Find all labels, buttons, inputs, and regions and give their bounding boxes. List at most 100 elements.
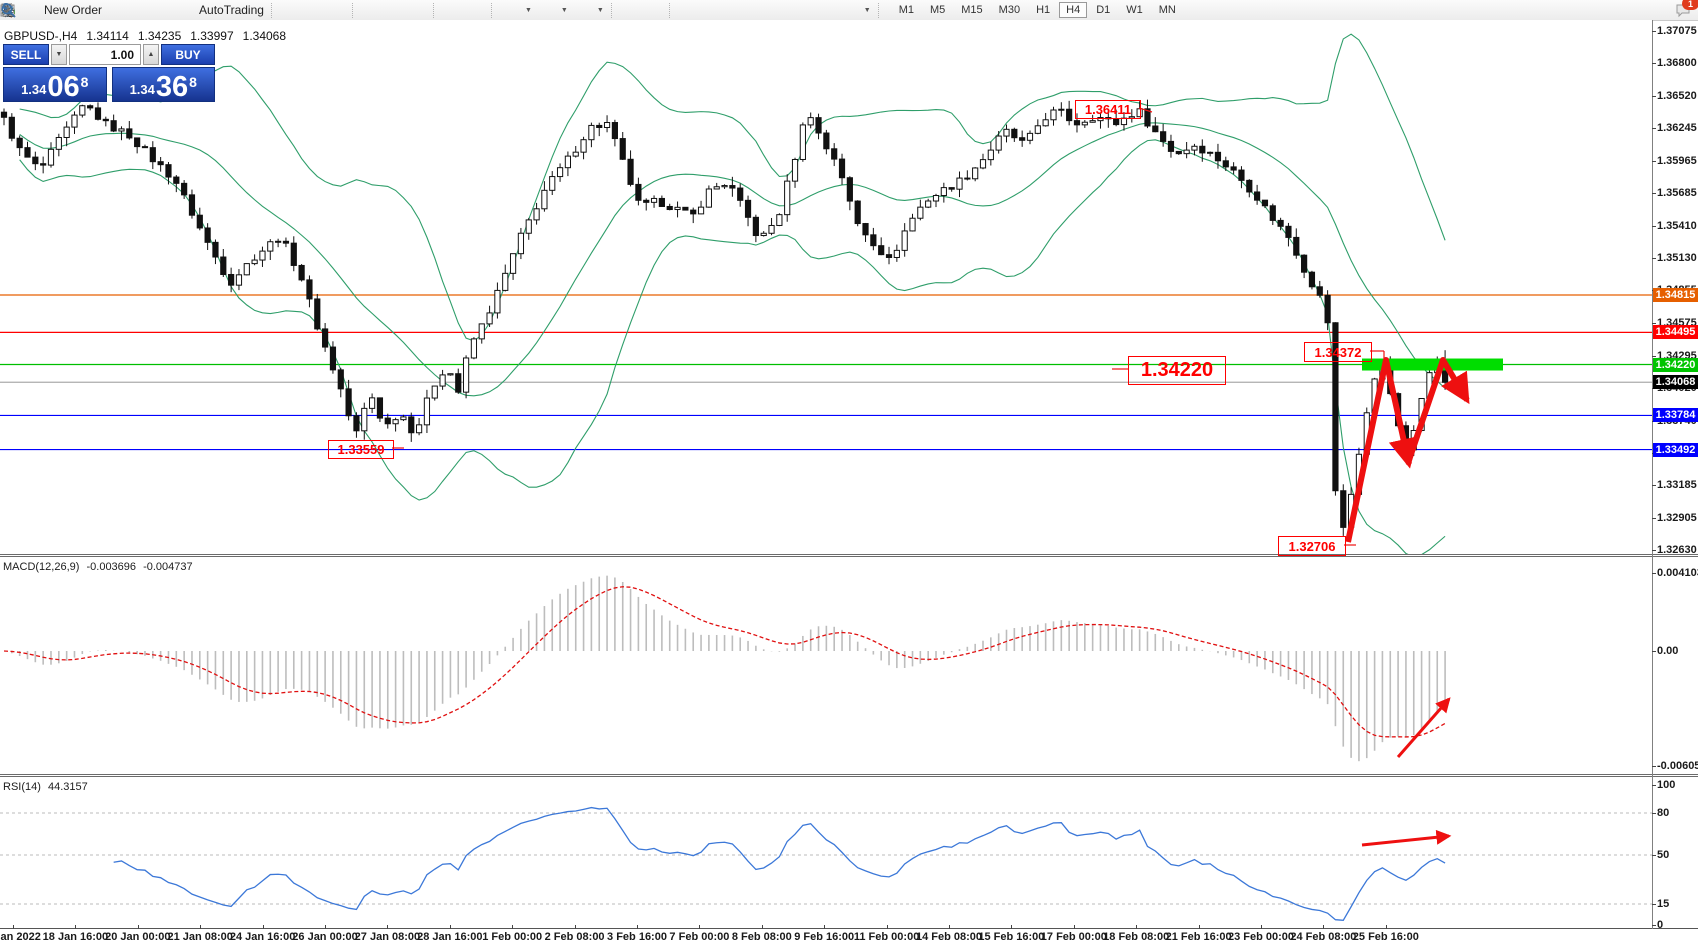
fibonacci-tool-icon[interactable]: F — [773, 2, 790, 18]
time-label: 25 Feb 16:00 — [1353, 931, 1419, 943]
autotrading-icon — [179, 2, 196, 18]
price-scale-border — [1652, 20, 1653, 929]
low-value: 1.33997 — [190, 29, 233, 43]
price-badge: 1.34815 — [1653, 288, 1698, 302]
chart-shift-icon[interactable] — [468, 2, 485, 18]
time-tick — [637, 925, 638, 929]
price-badge: 1.34220 — [1653, 358, 1698, 372]
horizontal-line-tool-icon[interactable] — [704, 2, 721, 18]
scale-tick — [1652, 31, 1656, 32]
time-label: 18 Feb 08:00 — [1103, 931, 1169, 943]
scale-tick — [1652, 855, 1656, 856]
zoom-out-icon[interactable] — [387, 2, 404, 18]
toolbar: New Order AutoTrading — [0, 0, 1698, 21]
time-label: 21 Feb 16:00 — [1166, 931, 1232, 943]
new-order-button[interactable]: New Order — [20, 1, 106, 19]
text-tool-icon[interactable]: A — [796, 2, 813, 18]
templates-icon — [576, 2, 593, 18]
time-label: 23 Feb 00:00 — [1228, 931, 1294, 943]
cursor-icon[interactable] — [623, 2, 640, 18]
price-tick: 1.35130 — [1657, 252, 1697, 264]
price-tick: 1.35685 — [1657, 187, 1697, 199]
price-tick: 1.37075 — [1657, 25, 1697, 37]
price-annotation-box[interactable]: 1.34220 — [1128, 356, 1226, 385]
indicators-menu-button[interactable]: ▼ — [500, 1, 536, 19]
auto-scroll-icon[interactable] — [445, 2, 462, 18]
time-tick — [13, 925, 14, 929]
chat-icon[interactable]: 1 — [1675, 2, 1692, 18]
time-label: 15 Feb 16:00 — [978, 931, 1044, 943]
time-label: 9 Feb 16:00 — [794, 931, 854, 943]
time-label: 24 Jan 16:00 — [230, 931, 295, 943]
timeframe-button-h4[interactable]: H4 — [1059, 2, 1087, 18]
time-tick — [1261, 925, 1262, 929]
timeframe-button-h1[interactable]: H1 — [1029, 2, 1057, 18]
styler-icon[interactable] — [109, 2, 126, 18]
signals-icon[interactable] — [155, 2, 172, 18]
buy-button[interactable]: BUY — [161, 44, 215, 65]
timeframe-button-w1[interactable]: W1 — [1119, 2, 1150, 18]
main-chart-pane[interactable] — [0, 20, 1652, 557]
new-order-label: New Order — [44, 3, 102, 17]
timeframe-button-mn[interactable]: MN — [1152, 2, 1183, 18]
price-annotation-box[interactable]: 1.33559 — [328, 440, 394, 459]
time-label: 1 Feb 00:00 — [482, 931, 542, 943]
scale-tick — [1652, 925, 1656, 926]
time-tick — [1199, 925, 1200, 929]
macd-tick: -0.006056 — [1657, 760, 1698, 772]
crosshair-icon[interactable] — [646, 2, 663, 18]
timeframe-button-m15[interactable]: M15 — [954, 2, 989, 18]
terminal-icon[interactable] — [132, 2, 149, 18]
timeframe-button-m30[interactable]: M30 — [992, 2, 1027, 18]
time-label: 27 Jan 08:00 — [355, 931, 420, 943]
trendline-tool-icon[interactable] — [727, 2, 744, 18]
volume-increase-button[interactable]: ▲ — [143, 44, 159, 65]
line-chart-icon[interactable] — [329, 2, 346, 18]
price-tick: 1.36800 — [1657, 57, 1697, 69]
toolbar-separator — [669, 3, 675, 18]
autotrading-button[interactable]: AutoTrading — [175, 1, 268, 19]
price-annotation-box[interactable]: 1.32706 — [1278, 536, 1346, 556]
macd-pane[interactable] — [0, 557, 1652, 776]
time-label: 2 Feb 08:00 — [545, 931, 605, 943]
pane-separator[interactable] — [0, 554, 1698, 557]
tile-windows-icon[interactable] — [410, 2, 427, 18]
periods-menu-button[interactable]: ▼ — [536, 1, 572, 19]
price-annotation-box[interactable]: 1.36411 — [1075, 100, 1141, 119]
buy-price-figure: 1.34 — [130, 82, 155, 97]
buy-price-display[interactable]: 1.34 36 8 — [112, 67, 216, 102]
volume-input[interactable] — [69, 44, 141, 65]
vertical-line-tool-icon[interactable] — [681, 2, 698, 18]
time-tick — [263, 925, 264, 929]
time-label: 26 Jan 00:00 — [292, 931, 357, 943]
candlestick-chart-icon[interactable] — [306, 2, 323, 18]
time-axis-line — [0, 928, 1698, 929]
zoom-in-icon[interactable] — [364, 2, 381, 18]
autotrading-label: AutoTrading — [199, 3, 264, 17]
pane-separator[interactable] — [0, 774, 1698, 777]
toolbar-separator — [878, 3, 884, 18]
rsi-pane[interactable] — [0, 777, 1652, 928]
shapes-menu-button[interactable]: ▼ — [839, 1, 875, 19]
timeframe-button-m5[interactable]: M5 — [923, 2, 952, 18]
sell-button[interactable]: SELL — [3, 44, 49, 65]
text-label-tool-icon[interactable]: T — [819, 2, 836, 18]
timeframe-button-d1[interactable]: D1 — [1089, 2, 1117, 18]
templates-menu-button[interactable]: ▼ — [572, 1, 608, 19]
price-annotation-box[interactable]: 1.34372 — [1304, 342, 1372, 362]
scale-tick — [1652, 813, 1656, 814]
buy-price-point: 8 — [189, 74, 197, 90]
sell-price-display[interactable]: 1.34 06 8 — [3, 67, 107, 102]
volume-decrease-button[interactable]: ▼ — [51, 44, 67, 65]
price-tick: 1.32630 — [1657, 544, 1697, 556]
scale-tick — [1652, 161, 1656, 162]
bar-chart-icon[interactable] — [283, 2, 300, 18]
equidistant-channel-tool-icon[interactable]: E — [750, 2, 767, 18]
time-label: 17 Feb 00:00 — [1041, 931, 1107, 943]
symbol-period-label: GBPUSD-,H4 — [4, 29, 77, 43]
search-icon[interactable] — [1648, 2, 1665, 18]
time-label: 28 Jan 16:00 — [417, 931, 482, 943]
scale-tick — [1652, 323, 1656, 324]
toolbar-separator — [352, 3, 358, 18]
timeframe-button-m1[interactable]: M1 — [892, 2, 921, 18]
